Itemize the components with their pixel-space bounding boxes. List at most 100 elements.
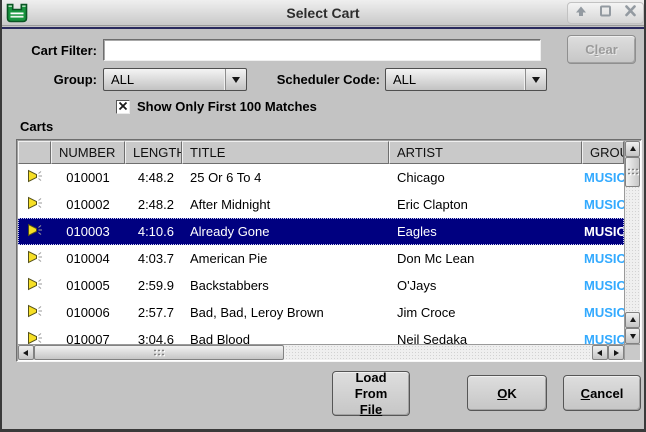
cart-row[interactable]: 010001 4:48.2 25 Or 6 To 4 Chicago MUSIC — [18, 164, 624, 191]
clear-label-rest: ear — [598, 42, 618, 57]
triangle-left-icon — [20, 350, 28, 356]
cart-title: Already Gone — [182, 224, 389, 239]
vertical-scroll-thumb[interactable] — [625, 157, 640, 187]
scroll-left-button-right[interactable] — [592, 345, 608, 360]
triangle-right-icon — [614, 350, 622, 356]
column-header-group[interactable]: GROUP — [582, 141, 624, 164]
speaker-icon — [27, 169, 43, 186]
cart-length: 2:59.9 — [125, 278, 182, 293]
speaker-icon — [27, 331, 43, 344]
cart-table: NUMBER LENGTH TITLE ARTIST GROUP 010001 … — [16, 139, 642, 362]
up-arrow-icon — [574, 4, 588, 22]
cart-length: 3:04.6 — [125, 332, 182, 344]
cart-number: 010007 — [51, 332, 125, 344]
load-from-file-button[interactable]: Load From File — [332, 371, 410, 416]
ok-label-mnemonic: O — [497, 386, 507, 401]
cart-number: 010005 — [51, 278, 125, 293]
group-combobox[interactable]: ALL — [103, 68, 247, 91]
cart-row[interactable]: 010002 2:48.2 After Midnight Eric Clapto… — [18, 191, 624, 218]
close-icon — [624, 4, 637, 22]
window-title: Select Cart — [0, 5, 646, 21]
cart-title: 25 Or 6 To 4 — [182, 170, 389, 185]
triangle-left-icon — [594, 350, 602, 356]
cart-title: American Pie — [182, 251, 389, 266]
cart-row[interactable]: 010005 2:59.9 Backstabbers O'Jays MUSIC — [18, 272, 624, 299]
column-header-icon[interactable] — [18, 141, 51, 164]
cart-artist: Neil Sedaka — [389, 332, 582, 344]
close-button[interactable] — [618, 3, 643, 23]
cart-row[interactable]: 010004 4:03.7 American Pie Don Mc Lean M… — [18, 245, 624, 272]
cancel-button[interactable]: Cancel — [563, 375, 641, 411]
cart-table-body: 010001 4:48.2 25 Or 6 To 4 Chicago MUSIC… — [18, 164, 624, 344]
checkbox-x-mark-icon — [118, 98, 128, 116]
speaker-icon — [27, 223, 43, 240]
column-header-artist[interactable]: ARTIST — [389, 141, 582, 164]
cart-title: After Midnight — [182, 197, 389, 212]
cart-number: 010004 — [51, 251, 125, 266]
speaker-icon — [27, 250, 43, 267]
maximize-icon — [599, 4, 612, 22]
cart-group: MUSIC — [582, 251, 624, 266]
titlebar[interactable]: Select Cart — [0, 0, 646, 26]
vertical-scrollbar[interactable] — [624, 141, 640, 344]
cart-row[interactable]: 010003 4:10.6 Already Gone Eagles MUSIC — [18, 218, 624, 245]
scheduler-code-label: Scheduler Code: — [238, 72, 380, 88]
scroll-right-button[interactable] — [608, 345, 624, 360]
triangle-down-icon — [630, 334, 636, 342]
cart-group: MUSIC — [582, 197, 624, 212]
clear-button[interactable]: Clear — [567, 35, 636, 64]
cancel-label-mnemonic: C — [581, 386, 590, 401]
cart-length: 2:48.2 — [125, 197, 182, 212]
cart-artist: Jim Croce — [389, 305, 582, 320]
carts-section-label: Carts — [20, 119, 53, 135]
cart-group: MUSIC — [582, 278, 624, 293]
cart-number: 010003 — [51, 224, 125, 239]
titlebar-accent-line — [0, 27, 646, 29]
scrollbar-corner — [624, 344, 640, 360]
cart-row[interactable]: 010007 3:04.6 Bad Blood Neil Sedaka MUSI… — [18, 326, 624, 344]
cart-title: Bad Blood — [182, 332, 389, 344]
cart-number: 010006 — [51, 305, 125, 320]
scroll-up-button[interactable] — [625, 141, 640, 157]
cart-title: Backstabbers — [182, 278, 389, 293]
chevron-down-icon — [525, 69, 546, 90]
show-only-label: Show Only First 100 Matches — [137, 99, 317, 115]
cart-row[interactable]: 010006 2:57.7 Bad, Bad, Leroy Brown Jim … — [18, 299, 624, 326]
cart-length: 4:48.2 — [125, 170, 182, 185]
select-cart-dialog: Select Cart Cart Filter: Clear Group: — [0, 0, 646, 432]
load-from-file-label-line1: Load From — [339, 370, 403, 402]
cart-artist: Don Mc Lean — [389, 251, 582, 266]
group-value: ALL — [111, 72, 134, 87]
maximize-button[interactable] — [593, 3, 618, 23]
column-header-length[interactable]: LENGTH — [125, 141, 182, 164]
column-header-title[interactable]: TITLE — [182, 141, 389, 164]
speaker-icon — [27, 304, 43, 321]
cart-artist: Chicago — [389, 170, 582, 185]
horizontal-scroll-thumb[interactable] — [34, 345, 284, 360]
cart-table-header: NUMBER LENGTH TITLE ARTIST GROUP — [18, 141, 624, 164]
cart-artist: O'Jays — [389, 278, 582, 293]
group-label: Group: — [2, 72, 97, 88]
show-only-checkbox[interactable] — [116, 100, 130, 114]
scroll-up-button-bottom[interactable] — [625, 312, 640, 328]
cart-artist: Eric Clapton — [389, 197, 582, 212]
triangle-up-icon — [630, 314, 636, 322]
horizontal-scrollbar[interactable] — [18, 344, 624, 360]
scroll-down-button[interactable] — [625, 328, 640, 344]
triangle-up-icon — [630, 143, 636, 151]
cart-length: 2:57.7 — [125, 305, 182, 320]
column-header-number[interactable]: NUMBER — [51, 141, 125, 164]
speaker-icon — [27, 196, 43, 213]
speaker-icon — [27, 277, 43, 294]
shade-button[interactable] — [568, 3, 593, 23]
cart-number: 010002 — [51, 197, 125, 212]
cart-artist: Eagles — [389, 224, 582, 239]
scroll-left-button[interactable] — [18, 345, 34, 360]
clear-label: C — [585, 42, 594, 57]
cart-group: MUSIC — [582, 224, 624, 239]
cart-group: MUSIC — [582, 332, 624, 344]
cart-length: 4:03.7 — [125, 251, 182, 266]
ok-button[interactable]: OK — [467, 375, 547, 411]
scheduler-code-combobox[interactable]: ALL — [385, 68, 547, 91]
cart-filter-input[interactable] — [103, 39, 541, 61]
